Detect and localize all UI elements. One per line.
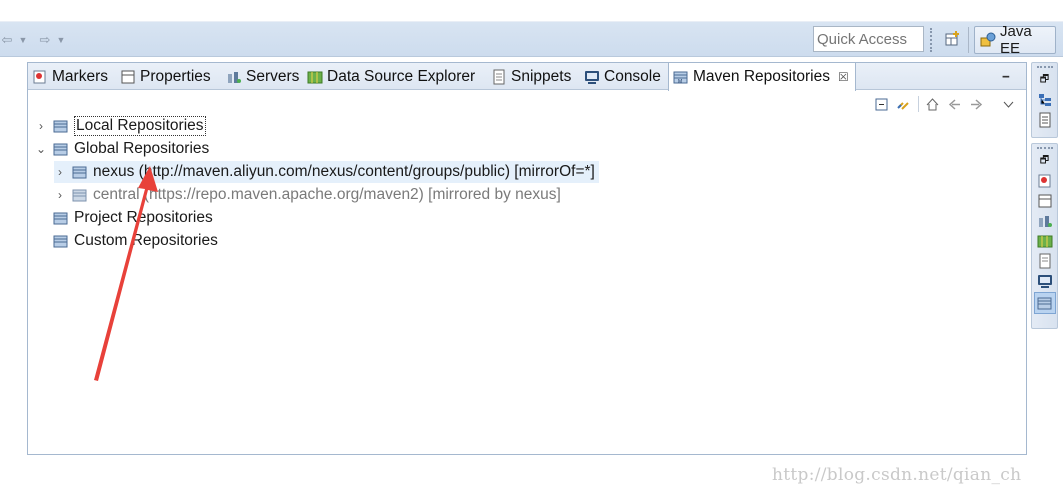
tab-label: Maven Repositories <box>693 68 830 85</box>
close-tab-icon[interactable]: ☒ <box>838 70 849 84</box>
markers-icon[interactable] <box>1037 173 1053 189</box>
expand-chevron-icon[interactable]: › <box>54 188 66 202</box>
dropdown-icon[interactable]: ▼ <box>54 35 68 45</box>
tree-item-local-repositories[interactable]: › Local Repositories <box>35 115 206 137</box>
trim-grip[interactable] <box>1036 147 1053 149</box>
view-tab-bar: Markers Properties Servers Data Source E… <box>28 63 1026 91</box>
java-ee-icon <box>980 32 996 48</box>
data-source-icon <box>307 69 323 85</box>
tree-item-label: Global Repositories <box>74 140 210 157</box>
link-with-editor-icon[interactable] <box>896 97 912 112</box>
console-icon <box>584 69 600 85</box>
forward-arrow-icon[interactable]: ⇨ <box>38 32 52 48</box>
snippets-icon[interactable] <box>1037 253 1053 269</box>
servers-icon[interactable] <box>1037 213 1053 229</box>
repository-icon <box>53 118 69 134</box>
tree-item-custom-repositories[interactable]: Custom Repositories <box>53 230 218 252</box>
snippets-icon <box>491 69 507 85</box>
dropdown-icon[interactable]: ▼ <box>16 35 30 45</box>
java-ee-perspective-button[interactable]: Java EE <box>974 23 1056 57</box>
tab-snippets[interactable]: Snippets <box>491 63 571 90</box>
toolbar-grip[interactable] <box>930 28 932 52</box>
tree-item-label: Local Repositories <box>74 116 206 136</box>
quick-access-input[interactable] <box>813 26 924 52</box>
tab-label: Console <box>604 67 661 85</box>
tab-label: Properties <box>140 67 211 85</box>
view-menu-icon[interactable] <box>1001 97 1017 112</box>
collapse-all-icon[interactable] <box>874 97 890 112</box>
tab-label: Snippets <box>511 67 572 85</box>
tree-item-label: Custom Repositories <box>74 232 218 249</box>
repository-icon <box>53 141 69 157</box>
tree-item-label: Project Repositories <box>74 209 213 226</box>
tree-item-label: nexus (http://maven.aliyun.com/nexus/con… <box>93 163 595 180</box>
outline-icon[interactable] <box>1037 92 1053 108</box>
tree-item-global-repositories[interactable]: ⌄ Global Repositories <box>35 138 209 160</box>
tab-data-source-explorer[interactable]: Data Source Explorer <box>307 63 475 90</box>
right-trim-stack-top: 🗗 <box>1031 62 1058 138</box>
maven-repositories-view: Markers Properties Servers Data Source E… <box>27 62 1027 455</box>
task-list-icon[interactable] <box>1037 112 1053 128</box>
svg-text:M: M <box>678 79 682 85</box>
tree-item-project-repositories[interactable]: Project Repositories <box>53 207 213 229</box>
expand-chevron-icon[interactable]: › <box>35 119 47 133</box>
data-source-icon[interactable] <box>1037 233 1053 249</box>
toolbar-separator <box>968 27 969 53</box>
back-arrow-icon[interactable]: ⇦ <box>0 32 14 48</box>
tab-console[interactable]: Console <box>584 63 661 90</box>
perspective-label: Java EE <box>1000 23 1032 57</box>
tree-item-label: central (https://repo.maven.apache.org/m… <box>93 186 561 203</box>
repository-icon <box>53 210 69 226</box>
properties-icon[interactable] <box>1037 193 1053 209</box>
tab-markers[interactable]: Markers <box>32 63 108 90</box>
tab-properties[interactable]: Properties <box>120 63 211 90</box>
back-icon[interactable] <box>947 97 963 112</box>
trim-grip[interactable] <box>1036 66 1053 68</box>
expand-chevron-icon[interactable]: › <box>54 165 66 179</box>
maven-repo-icon: M <box>673 69 689 85</box>
navigation-controls: ⇦ ▼ ⇨ ▼ <box>0 30 68 50</box>
tab-servers[interactable]: Servers <box>226 63 299 90</box>
tree-item-central[interactable]: › central (https://repo.maven.apache.org… <box>54 184 561 206</box>
view-toolbar <box>874 95 1017 113</box>
tab-maven-repositories[interactable]: M Maven Repositories ☒ <box>668 63 856 91</box>
servers-icon <box>226 69 242 85</box>
open-perspective-icon[interactable] <box>944 30 962 48</box>
minimize-view-icon[interactable]: 🗕 <box>1002 67 1010 86</box>
forward-icon[interactable] <box>969 97 985 112</box>
maven-repo-icon[interactable] <box>1033 292 1056 314</box>
home-icon[interactable] <box>925 97 941 112</box>
tab-label: Markers <box>52 67 108 85</box>
tab-label: Servers <box>246 67 300 85</box>
right-trim-stack-bottom: 🗗 <box>1031 143 1058 329</box>
tree-item-nexus[interactable]: › nexus (http://maven.aliyun.com/nexus/c… <box>54 161 599 183</box>
restore-icon[interactable]: 🗗 <box>1037 153 1053 169</box>
watermark-text: http://blog.csdn.net/qian_ch <box>772 465 1022 485</box>
repository-icon <box>72 164 88 180</box>
markers-icon <box>32 69 48 85</box>
collapse-chevron-icon[interactable]: ⌄ <box>35 142 47 156</box>
repository-icon <box>72 187 88 203</box>
tab-label: Data Source Explorer <box>327 67 476 85</box>
restore-icon[interactable]: 🗗 <box>1037 72 1053 88</box>
view-toolbar-separator <box>918 96 919 112</box>
main-toolbar: ⇦ ▼ ⇨ ▼ Java EE <box>0 21 1063 57</box>
properties-icon <box>120 69 136 85</box>
repository-icon <box>53 233 69 249</box>
console-icon[interactable] <box>1037 273 1053 289</box>
